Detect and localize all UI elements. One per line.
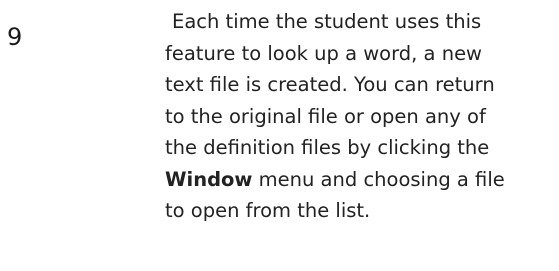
step-text-line: Each time the student uses this	[172, 10, 482, 33]
window-menu-name: Window	[165, 167, 253, 191]
step-text-fragment: menu and choosing a file	[252, 167, 505, 191]
step-text-line: text file is created. You can return	[165, 73, 495, 96]
step-text-line: the definition files by clicking the	[165, 136, 490, 159]
step-text-line: to the original file or open any of	[165, 104, 486, 128]
step-text: Each time the student uses this feature …	[165, 6, 555, 227]
step-text-line: Window menu and choosing a file	[165, 164, 555, 196]
instruction-step: 9 Each time the student uses this featur…	[0, 0, 559, 271]
step-text-line: to open from the list.	[165, 199, 371, 222]
step-text-line: feature to look up a word, a new	[165, 41, 483, 65]
step-number: 9	[7, 23, 23, 51]
